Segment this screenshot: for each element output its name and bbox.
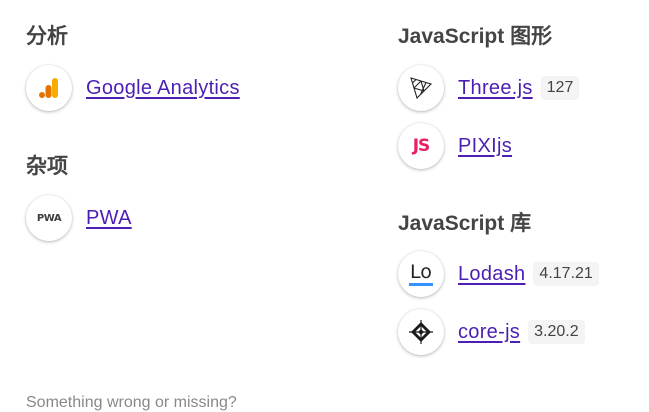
- tech-link-pwa[interactable]: PWA: [86, 207, 132, 230]
- tech-item-google-analytics: Google Analytics: [26, 63, 240, 113]
- tech-link-lodash[interactable]: Lodash: [458, 263, 525, 286]
- pixijs-icon: JS: [398, 123, 444, 169]
- tech-item-lodash: Lo Lodash 4.17.21: [398, 249, 599, 299]
- version-badge-threejs: 127: [540, 76, 580, 100]
- tech-link-pixijs[interactable]: PIXIjs: [458, 135, 512, 158]
- google-analytics-icon: [26, 65, 72, 111]
- threejs-icon: [398, 65, 444, 111]
- lodash-icon: Lo: [398, 251, 444, 297]
- tech-link-google-analytics[interactable]: Google Analytics: [86, 77, 240, 100]
- tech-link-core-js[interactable]: core-js: [458, 321, 520, 344]
- version-badge-lodash: 4.17.21: [533, 262, 599, 286]
- pwa-icon: PWA: [26, 195, 72, 241]
- tech-item-core-js: core-js 3.20.2: [398, 307, 585, 357]
- version-badge-core-js: 3.20.2: [528, 320, 585, 344]
- category-title-misc: 杂项: [26, 155, 68, 178]
- tech-item-pixijs: JS PIXIjs: [398, 121, 512, 171]
- lodash-logo-text: Lo: [410, 260, 432, 283]
- category-title-libraries: JavaScript 库: [398, 212, 532, 235]
- tech-item-threejs: Three.js 127: [398, 63, 580, 113]
- category-title-graphics: JavaScript 图形: [398, 25, 553, 48]
- core-js-icon: [398, 309, 444, 355]
- pixijs-logo-text: JS: [412, 136, 431, 156]
- tech-link-threejs[interactable]: Three.js: [458, 77, 533, 100]
- pwa-logo-text: PWA: [36, 212, 62, 224]
- footer-feedback-link[interactable]: Something wrong or missing?: [26, 394, 237, 412]
- category-title-analytics: 分析: [26, 25, 68, 48]
- tech-item-pwa: PWA PWA: [26, 193, 132, 243]
